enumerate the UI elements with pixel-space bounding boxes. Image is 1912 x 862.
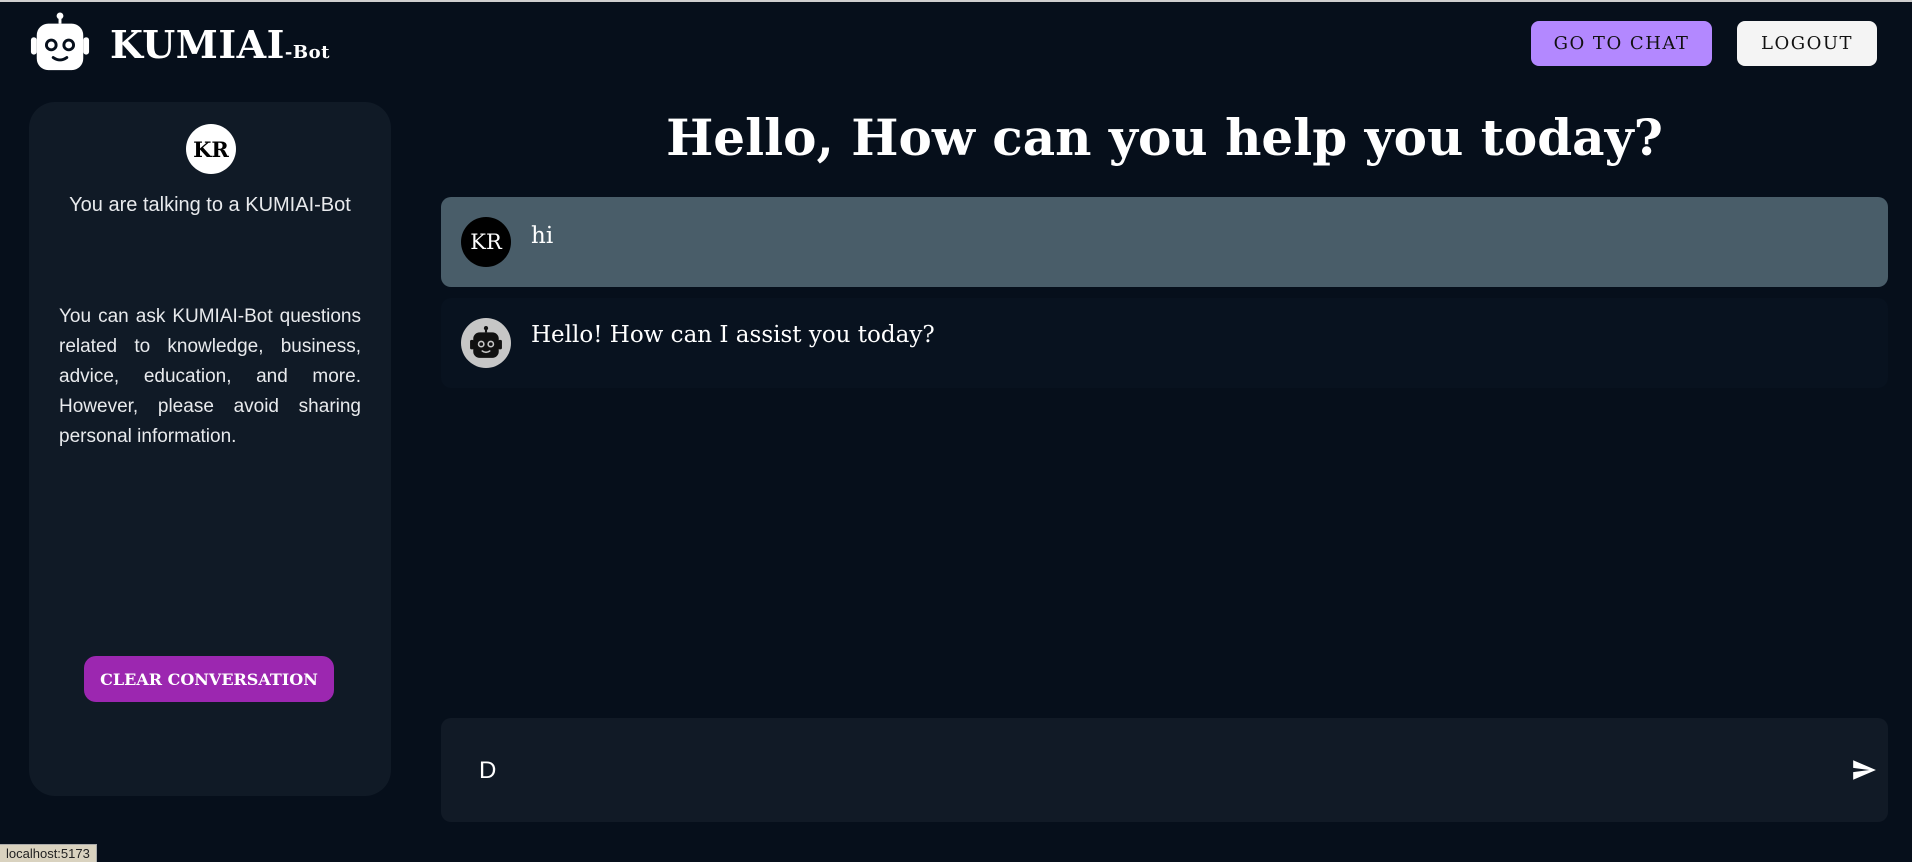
brand-title: KUMIAI-Bot — [110, 22, 330, 67]
bot-avatar — [461, 318, 511, 368]
user-avatar: KR — [461, 217, 511, 267]
chat-input[interactable] — [477, 748, 1801, 794]
robot-icon — [30, 12, 90, 71]
logout-button[interactable]: LOGOUT — [1737, 21, 1877, 66]
chat-message-user: KR hi — [441, 197, 1888, 287]
user-avatar: KR — [186, 124, 236, 174]
message-text: hi — [531, 223, 554, 249]
message-text: Hello! How can I assist you today? — [531, 322, 935, 348]
brand-suffix: -Bot — [284, 42, 330, 63]
clear-conversation-button[interactable]: CLEAR CONVERSATION — [84, 656, 334, 702]
chat-message-bot: Hello! How can I assist you today? — [441, 298, 1888, 388]
robot-icon — [470, 326, 502, 358]
send-icon[interactable] — [1850, 757, 1878, 783]
go-to-chat-button[interactable]: GO TO CHAT — [1531, 21, 1712, 66]
top-header: KUMIAI-Bot GO TO CHAT LOGOUT — [0, 2, 1912, 82]
sidebar-panel: KR You are talking to a KUMIAI-Bot You c… — [29, 102, 391, 796]
status-bar-url: localhost:5173 — [0, 844, 97, 862]
page-title: Hello, How can you help you today? — [666, 108, 1663, 167]
sidebar-description: You can ask KUMIAI-Bot questions related… — [59, 306, 361, 447]
chat-input-bar — [441, 718, 1888, 822]
brand-name: KUMIAI — [110, 22, 285, 67]
sidebar-title: You are talking to a KUMIAI-Bot — [69, 194, 351, 216]
